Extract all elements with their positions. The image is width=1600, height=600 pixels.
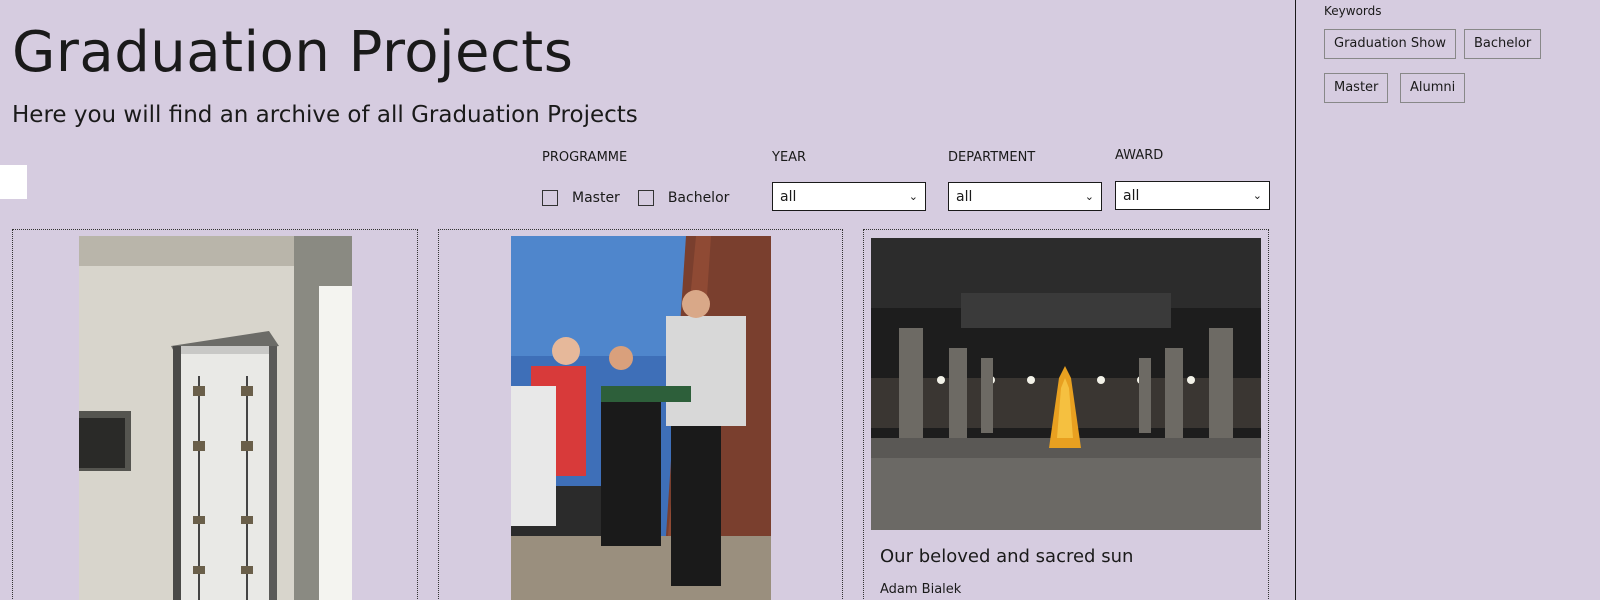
year-select[interactable]: all ⌄ — [772, 182, 926, 211]
keywords-sidebar: Keywords Graduation Show Bachelor Master… — [1295, 0, 1600, 600]
keywords-heading: Keywords — [1324, 4, 1382, 18]
department-filter-label: DEPARTMENT — [948, 150, 1036, 165]
keyword-tag-alumni[interactable]: Alumni — [1400, 73, 1466, 103]
bachelor-checkbox-label[interactable]: Bachelor — [668, 190, 730, 206]
chevron-down-icon: ⌄ — [1084, 190, 1094, 203]
department-select[interactable]: all ⌄ — [948, 182, 1102, 211]
master-checkbox-label[interactable]: Master — [572, 190, 620, 206]
page-title: Graduation Projects — [12, 20, 574, 85]
project-card[interactable] — [12, 229, 418, 600]
keyword-tag-bachelor[interactable]: Bachelor — [1464, 29, 1542, 59]
main-content: Graduation Projects Here you will find a… — [0, 0, 1295, 600]
award-select[interactable]: all ⌄ — [1115, 181, 1270, 210]
master-checkbox[interactable] — [542, 190, 558, 206]
project-image[interactable] — [871, 238, 1261, 530]
project-title[interactable]: Our beloved and sacred sun — [880, 546, 1133, 567]
chevron-down-icon: ⌄ — [908, 190, 918, 203]
programme-filter: Master Bachelor — [542, 190, 747, 206]
award-select-value: all — [1123, 187, 1140, 204]
bachelor-checkbox[interactable] — [637, 190, 654, 206]
project-image[interactable] — [511, 236, 771, 600]
award-filter-label: AWARD — [1115, 148, 1164, 163]
year-select-value: all — [780, 188, 797, 205]
project-card[interactable] — [438, 229, 843, 600]
project-author: Adam Bialek — [880, 582, 962, 597]
programme-filter-label: PROGRAMME — [542, 150, 628, 165]
department-select-value: all — [956, 188, 973, 205]
page-subtitle: Here you will find an archive of all Gra… — [12, 102, 638, 128]
year-filter-label: YEAR — [772, 150, 807, 165]
project-card[interactable]: Our beloved and sacred sun Adam Bialek — [863, 229, 1269, 600]
keyword-tag-graduation-show[interactable]: Graduation Show — [1324, 29, 1456, 59]
project-image[interactable] — [79, 236, 352, 600]
chevron-down-icon: ⌄ — [1252, 189, 1262, 202]
keyword-tag-master[interactable]: Master — [1324, 73, 1389, 103]
side-tab[interactable] — [0, 165, 27, 199]
